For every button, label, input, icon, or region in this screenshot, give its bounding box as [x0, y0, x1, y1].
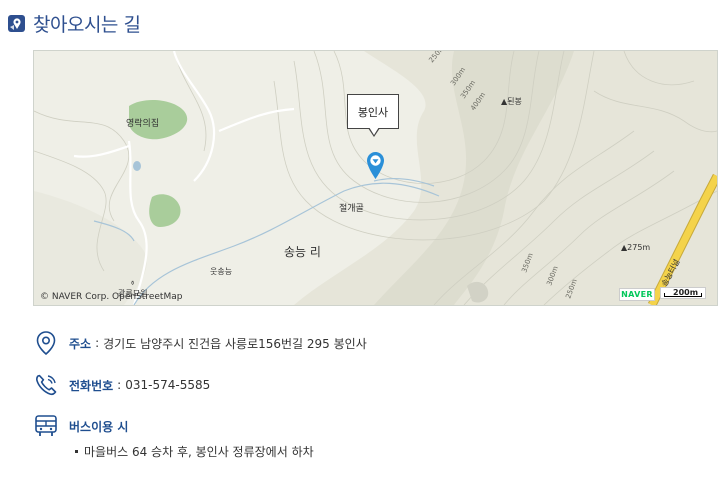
address-separator: :: [95, 336, 100, 350]
map-copyright: © NAVER Corp. OpenStreetMap: [40, 292, 183, 302]
bus-row: 버스이용 시: [33, 413, 128, 439]
place-label-songneungri: 송능 리: [284, 245, 321, 259]
phone-value[interactable]: 031-574-5585: [125, 378, 210, 392]
place-label-utsongneung: 웃송능: [210, 267, 232, 276]
phone-separator: :: [117, 378, 122, 392]
map-scale-line: [664, 293, 702, 297]
address-label: 주소: [69, 336, 92, 351]
phone-label: 전화번호: [69, 378, 114, 393]
popup-tail-inner: [369, 127, 379, 135]
bus-item: 마을버스 64 승차 후, 봉인사 정류장에서 하차: [75, 443, 314, 460]
section-title: 찾아오시는 길: [8, 10, 141, 37]
page-title: 찾아오시는 길: [33, 14, 141, 36]
bus-icon: [35, 415, 57, 436]
address-row: 주소 : 경기도 남양주시 진건읍 사릉로156번길 295 봉인사: [33, 330, 367, 356]
location-popup[interactable]: 봉인사: [347, 94, 399, 129]
phone-icon: [36, 374, 57, 396]
popup-label: 봉인사: [357, 105, 389, 119]
place-label-peak-275: ▲275m: [621, 243, 650, 252]
address-value: 경기도 남양주시 진건읍 사릉로156번길 295 봉인사: [103, 336, 367, 351]
location-pin-outline-icon: [36, 331, 56, 356]
place-label-doenbong: ▲된봉: [501, 96, 522, 106]
bullet-icon: [75, 450, 78, 453]
place-label-jeolgaegol: 절개골: [339, 202, 364, 214]
bus-item-text: 마을버스 64 승차 후, 봉인사 정류장에서 하차: [84, 445, 314, 459]
map-marker-badge-icon: [8, 15, 25, 32]
cemetery-icon: ⚱: [130, 280, 135, 287]
phone-row: 전화번호 : 031-574-5585: [33, 372, 210, 398]
map-scale-bar: 200m: [660, 287, 706, 299]
naver-logo[interactable]: NAVER: [619, 288, 655, 301]
location-pin-icon[interactable]: [367, 152, 384, 179]
location-map[interactable]: 250m 300m 350m 400m 350m 300m 250m 영락의집 …: [33, 50, 718, 306]
bus-label: 버스이용 시: [69, 419, 129, 434]
place-label-yeongrakuijip: 영락의집: [126, 117, 159, 129]
